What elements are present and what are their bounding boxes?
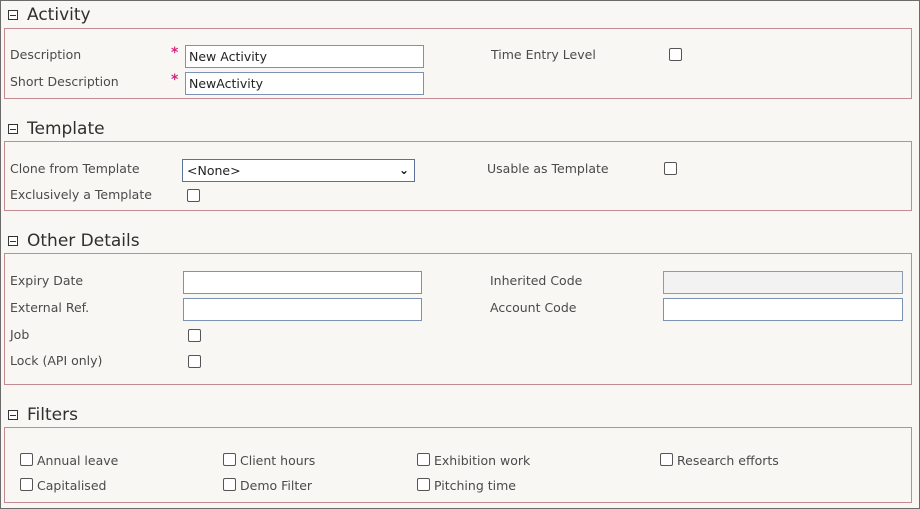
usable-template-label: Usable as Template: [487, 161, 609, 176]
filter-capitalised[interactable]: Capitalised: [20, 478, 106, 494]
checkbox[interactable]: [660, 453, 673, 466]
time-entry-level-label: Time Entry Level: [491, 47, 596, 62]
filter-exhibition-work[interactable]: Exhibition work: [417, 453, 530, 469]
checkbox[interactable]: [20, 478, 33, 491]
short-description-label: Short Description: [10, 74, 119, 89]
checkbox[interactable]: [223, 478, 236, 491]
collapse-icon[interactable]: [8, 124, 18, 134]
filter-pitching-time[interactable]: Pitching time: [417, 478, 516, 494]
filters-section: Annual leave Client hours Exhibition wor…: [4, 427, 912, 503]
external-ref-label: External Ref.: [10, 300, 90, 315]
usable-template-checkbox[interactable]: [664, 162, 677, 175]
activity-section: Description * New Activity Short Descrip…: [4, 28, 912, 99]
account-code-input[interactable]: [663, 298, 903, 321]
filter-label: Demo Filter: [240, 478, 313, 493]
checkbox[interactable]: [223, 453, 236, 466]
lock-checkbox[interactable]: [188, 355, 201, 368]
clone-template-label: Clone from Template: [10, 161, 140, 176]
section-title: Other Details: [27, 231, 140, 251]
account-code-label: Account Code: [490, 300, 577, 315]
filter-label: Client hours: [240, 453, 316, 468]
time-entry-level-checkbox[interactable]: [669, 48, 682, 61]
chevron-down-icon: ⌄: [398, 163, 409, 177]
other-details-section: Expiry Date External Ref. Job Lock (API …: [4, 253, 912, 385]
required-icon: *: [171, 45, 179, 61]
section-title: Activity: [27, 5, 91, 25]
expiry-date-label: Expiry Date: [10, 273, 84, 288]
clone-template-value: <None>: [187, 163, 241, 178]
inherited-code-label: Inherited Code: [490, 273, 583, 288]
filter-label: Capitalised: [37, 478, 107, 493]
filter-label: Exhibition work: [434, 453, 531, 468]
filter-client-hours[interactable]: Client hours: [223, 453, 315, 469]
required-icon: *: [171, 72, 179, 88]
job-label: Job: [10, 327, 30, 342]
template-section: Clone from Template <None> ⌄ Usable as T…: [4, 141, 912, 211]
expiry-date-input[interactable]: [183, 271, 422, 294]
job-checkbox[interactable]: [188, 329, 201, 342]
clone-template-select[interactable]: <None> ⌄: [182, 159, 415, 182]
filter-label: Annual leave: [37, 453, 119, 468]
exclusive-template-label: Exclusively a Template: [10, 187, 152, 202]
checkbox[interactable]: [417, 453, 430, 466]
filter-label: Pitching time: [434, 478, 516, 493]
filter-demo-filter[interactable]: Demo Filter: [223, 478, 312, 494]
collapse-icon[interactable]: [8, 236, 18, 246]
exclusive-template-checkbox[interactable]: [187, 189, 200, 202]
section-title: Filters: [27, 405, 78, 425]
activity-form: Activity Description * New Activity Shor…: [0, 0, 920, 509]
collapse-icon[interactable]: [8, 10, 18, 20]
lock-label: Lock (API only): [10, 353, 103, 368]
collapse-icon[interactable]: [8, 410, 18, 420]
external-ref-input[interactable]: [183, 298, 422, 321]
inherited-code-input: [663, 271, 903, 294]
checkbox[interactable]: [20, 453, 33, 466]
description-input[interactable]: New Activity: [185, 45, 424, 68]
description-label: Description: [10, 47, 82, 62]
section-title: Template: [27, 119, 105, 139]
filter-research-efforts[interactable]: Research efforts: [660, 453, 779, 469]
checkbox[interactable]: [417, 478, 430, 491]
filter-annual-leave[interactable]: Annual leave: [20, 453, 118, 469]
short-description-input[interactable]: NewActivity: [185, 72, 424, 95]
filter-label: Research efforts: [677, 453, 779, 468]
